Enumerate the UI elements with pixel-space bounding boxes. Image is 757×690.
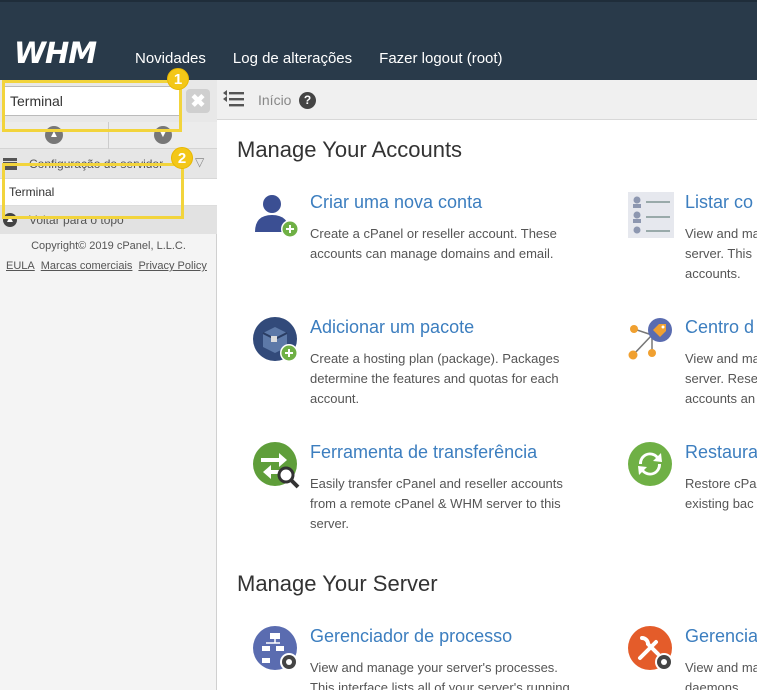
list-accounts-icon	[628, 192, 674, 238]
restore-icon	[628, 442, 672, 486]
tile-description: View and manage your server's processes.…	[310, 660, 570, 690]
add-user-icon	[255, 195, 299, 238]
tile-title[interactable]: Criar uma nova conta	[310, 192, 482, 213]
link-privacy[interactable]: Privacy Policy	[138, 260, 206, 272]
top-header: WHM Novidades Log de alterações Fazer lo…	[0, 0, 757, 80]
link-eula[interactable]: EULA	[6, 260, 35, 272]
add-package-icon	[253, 317, 298, 362]
tile-description: Restore cPa existing bac	[685, 476, 757, 511]
tile-title[interactable]: Centro d	[685, 317, 754, 338]
tile-title[interactable]: Adicionar um pacote	[310, 317, 474, 338]
tile-title[interactable]: Gerencia	[685, 626, 757, 647]
tile-description: Create a hosting plan (package). Package…	[310, 351, 560, 406]
section-title-accounts: Manage Your Accounts	[237, 137, 463, 162]
tile-description: View and ma server. Rese accounts an	[685, 351, 757, 406]
breadcrumb-bar: Início ?	[217, 80, 757, 120]
copyright: Copyright© 2019 cPanel, L.L.C.	[31, 240, 186, 252]
step-badge-2: 2	[171, 147, 193, 169]
nav-novidades[interactable]: Novidades	[135, 50, 206, 67]
link-trademarks[interactable]: Marcas comerciais	[41, 260, 133, 272]
clear-search-icon[interactable]: ✖	[186, 89, 210, 113]
top-nav: Novidades Log de alterações Fazer logout…	[135, 50, 503, 67]
tile-description: Create a cPanel or reseller account. The…	[310, 226, 557, 261]
help-icon[interactable]: ?	[299, 92, 316, 109]
whm-logo[interactable]: WHM	[14, 36, 97, 70]
tile-description: Easily transfer cPanel and reseller acco…	[310, 476, 563, 531]
tile-title[interactable]: Listar co	[685, 192, 753, 213]
reseller-center-icon	[628, 318, 672, 360]
process-manager-icon	[253, 626, 298, 671]
chevron-down-icon: ▽	[195, 155, 205, 169]
tile-title[interactable]: Ferramenta de transferência	[310, 442, 537, 463]
highlight-box-2	[2, 163, 184, 219]
breadcrumb-home[interactable]: Início	[258, 92, 291, 108]
step-badge-1: 1	[167, 68, 189, 90]
nav-changelog[interactable]: Log de alterações	[233, 50, 352, 67]
section-title-server: Manage Your Server	[237, 571, 438, 596]
tile-description: View and ma daemons	[685, 660, 757, 690]
collapse-menu-icon[interactable]	[222, 89, 244, 109]
tile-title[interactable]: Gerenciador de processo	[310, 626, 512, 647]
tile-title[interactable]: Restaura	[685, 442, 757, 463]
service-manager-icon	[628, 626, 673, 671]
highlight-box-1	[2, 80, 182, 132]
footer-links: EULA Marcas comerciais Privacy Policy	[6, 260, 207, 272]
nav-logout[interactable]: Fazer logout (root)	[379, 50, 502, 67]
transfer-tool-icon	[253, 442, 300, 489]
tile-description: View and ma server. This accounts.	[685, 226, 757, 281]
